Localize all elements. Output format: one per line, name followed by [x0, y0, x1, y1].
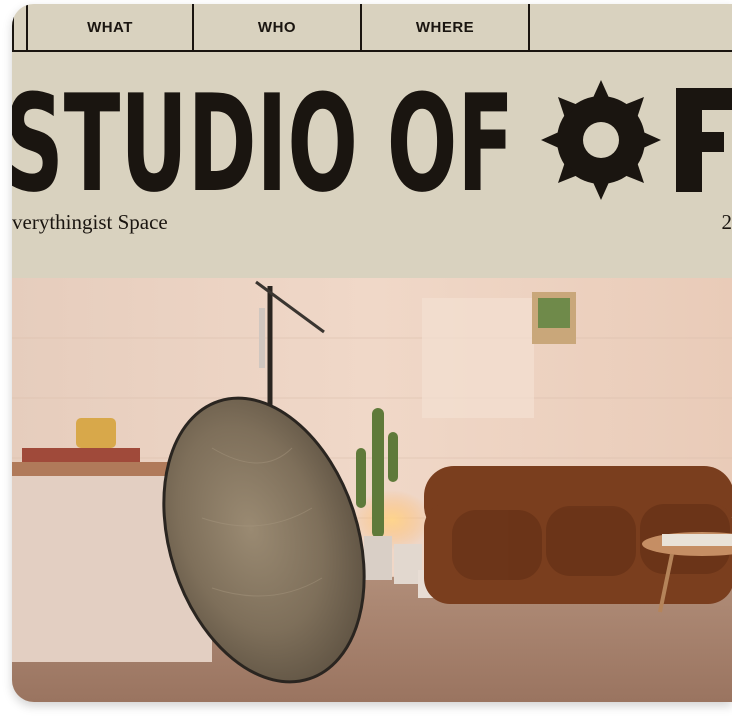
trailing-number: 2 — [721, 210, 732, 234]
nav-item-where[interactable]: WHERE — [360, 4, 528, 50]
nav-item-label: WHAT — [87, 18, 133, 36]
studio-photo-svg — [12, 278, 732, 702]
tagline: verythingist Space — [12, 210, 168, 234]
nav-item-label: WHERE — [415, 18, 475, 36]
studio-photo — [12, 278, 732, 702]
top-nav: WHAT WHO WHERE — [12, 4, 732, 52]
brand-title: STUDIO OF — [12, 66, 732, 216]
nav-left-cell — [12, 4, 26, 50]
brand-title-svg: STUDIO OF — [12, 66, 732, 216]
nav-empty-cell — [528, 4, 732, 50]
brand-title-text: STUDIO OF — [12, 66, 514, 216]
website-frame: WHAT WHO WHERE STUDIO OF verythingist Sp… — [12, 4, 732, 702]
nav-item-who[interactable]: WHO — [192, 4, 360, 50]
nav-item-what[interactable]: WHAT — [26, 4, 192, 50]
nav-item-label: WHO — [257, 18, 297, 36]
sun-logo-icon — [541, 80, 661, 200]
